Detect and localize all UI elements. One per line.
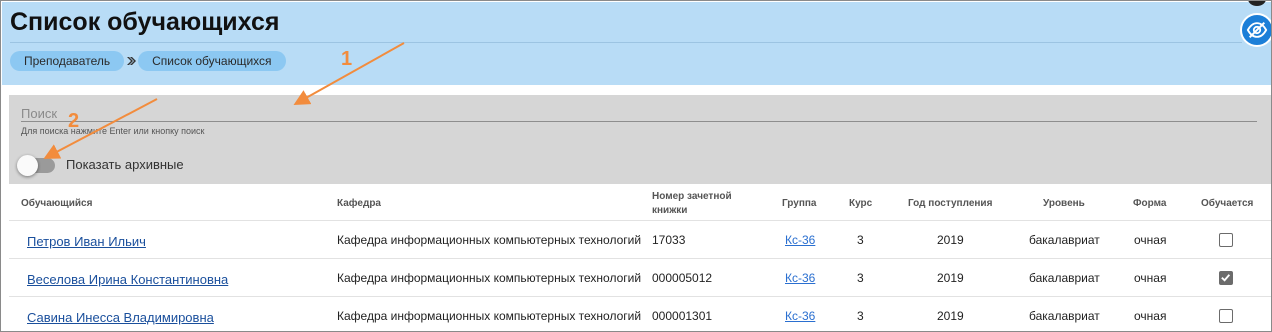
breadcrumb-item-students[interactable]: Список обучающихся [138,51,286,71]
column-header-record-line1: Номер зачетной [652,191,732,202]
record-number-cell: 000005012 [652,271,713,285]
form-cell: очная [1134,233,1167,247]
check-icon [1221,274,1231,282]
course-cell: 3 [857,271,864,285]
table-row: Савина Инесса Владимировна Кафедра инфор… [9,297,1271,331]
record-number-cell: 17033 [652,233,686,247]
record-number-cell: 000001301 [652,309,713,323]
column-header-department[interactable]: Кафедра [337,197,381,211]
annotation-label-2: 2 [68,110,80,132]
course-cell: 3 [857,233,864,247]
group-link[interactable]: Кс-36 [785,309,815,323]
filter-panel: Поиск Для поиска нажмите Enter или кнопк… [9,95,1271,184]
group-link[interactable]: Кс-36 [785,233,815,247]
column-header-record-line2: книжки [652,205,688,216]
show-archived-toggle[interactable] [17,154,55,176]
column-header-studying[interactable]: Обучается [1201,197,1253,211]
toggle-knob [17,155,38,176]
level-cell: бакалавриат [1029,233,1100,247]
column-header-year[interactable]: Год поступления [908,197,992,211]
table-row: Веселова Ирина Константиновна Кафедра ин… [9,259,1271,297]
show-archived-label: Показать архивные [66,157,184,172]
double-chevron-right-icon [124,51,138,71]
column-header-level[interactable]: Уровень [1043,197,1085,211]
page-title: Список обучающихся [10,8,280,36]
department-cell: Кафедра информационных компьютерных техн… [337,309,642,323]
column-header-course[interactable]: Курс [849,197,872,211]
year-cell: 2019 [937,233,964,247]
header-divider [10,42,1242,43]
student-name-link[interactable]: Савина Инесса Владимировна [27,310,214,325]
course-cell: 3 [857,309,864,323]
table-row: Петров Иван Ильич Кафедра информационных… [9,221,1271,259]
level-cell: бакалавриат [1029,271,1100,285]
search-input[interactable]: Поиск [21,106,57,121]
student-name-link[interactable]: Веселова Ирина Константиновна [27,272,228,287]
page-frame: Список обучающихся Преподаватель Список … [0,0,1272,332]
column-header-group[interactable]: Группа [782,197,816,211]
studying-checkbox[interactable] [1219,309,1233,323]
year-cell: 2019 [937,271,964,285]
form-cell: очная [1134,271,1167,285]
department-cell: Кафедра информационных компьютерных техн… [337,233,642,247]
studying-checkbox[interactable] [1219,271,1233,285]
year-cell: 2019 [937,309,964,323]
students-table: Обучающийся Кафедра Номер зачетной книжк… [9,184,1271,331]
visibility-toggle-button[interactable] [1240,13,1271,47]
form-cell: очная [1134,309,1167,323]
breadcrumb-item-teacher[interactable]: Преподаватель [10,51,125,71]
annotation-label-1: 1 [341,48,353,70]
student-name-link[interactable]: Петров Иван Ильич [27,234,146,249]
level-cell: бакалавриат [1029,309,1100,323]
search-hint: Для поиска нажмите Enter или кнопку поис… [21,126,205,136]
column-header-form[interactable]: Форма [1133,197,1166,211]
search-underline [21,121,1257,122]
breadcrumb: Преподаватель Список обучающихся [10,51,286,71]
column-header-record[interactable]: Номер зачетной книжки [652,190,732,218]
department-cell: Кафедра информационных компьютерных техн… [337,271,642,285]
group-link[interactable]: Кс-36 [785,271,815,285]
column-header-student[interactable]: Обучающийся [21,197,92,211]
table-header: Обучающийся Кафедра Номер зачетной книжк… [9,184,1271,221]
page-header: Список обучающихся Преподаватель Список … [2,2,1271,85]
eye-off-icon [1246,19,1268,41]
studying-checkbox[interactable] [1219,233,1233,247]
